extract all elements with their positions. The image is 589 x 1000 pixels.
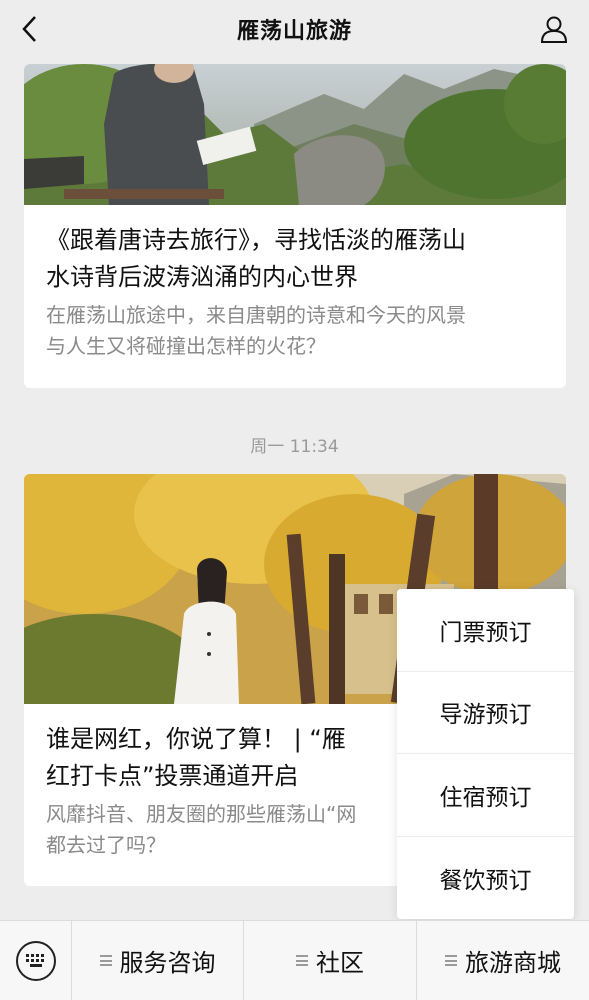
menu-lines-icon bbox=[296, 953, 308, 969]
menu-item-guide-booking[interactable]: 导游预订 bbox=[397, 672, 574, 754]
keyboard-toggle-button[interactable] bbox=[0, 920, 72, 1000]
menu-tab-label: 社区 bbox=[316, 949, 364, 977]
submenu-popup: 门票预订 导游预订 住宿预订 餐饮预订 bbox=[397, 589, 574, 919]
bottom-menu-bar: 服务咨询 社区 旅游商城 bbox=[0, 920, 589, 1000]
person-icon bbox=[540, 16, 568, 43]
page-title: 雁荡山旅游 bbox=[236, 19, 352, 44]
menu-item-hotel-booking[interactable]: 住宿预订 bbox=[397, 754, 574, 837]
menu-lines-icon bbox=[99, 953, 112, 969]
article-card[interactable]: 《跟着唐诗去旅行》，寻找恬淡的雁荡山 水诗背后波涛汹涌的内心世界 在雁荡山旅途中… bbox=[24, 64, 566, 388]
article-cover-image bbox=[24, 64, 566, 205]
keyboard-icon bbox=[15, 940, 56, 981]
back-button[interactable] bbox=[14, 13, 46, 45]
article-title: 《跟着唐诗去旅行》，寻找恬淡的雁荡山 水诗背后波涛汹涌的内心世界 bbox=[46, 226, 466, 291]
menu-tab-service[interactable]: 服务咨询 bbox=[72, 920, 244, 1000]
menu-item-dining-booking[interactable]: 餐饮预订 bbox=[397, 837, 574, 920]
profile-button[interactable] bbox=[537, 12, 571, 46]
menu-tab-label: 旅游商城 bbox=[465, 949, 561, 977]
menu-lines-icon bbox=[445, 953, 457, 969]
top-bar: 雁荡山旅游 bbox=[0, 0, 589, 58]
menu-tab-mall[interactable]: 旅游商城 bbox=[417, 921, 589, 1000]
chevron-left-icon bbox=[22, 16, 36, 42]
article-description: 在雁荡山旅途中，来自唐朝的诗意和今天的风景 与人生又将碰撞出怎样的火花？ bbox=[46, 303, 466, 358]
message-timestamp: 周一 11:34 bbox=[250, 437, 339, 457]
menu-tab-label: 服务咨询 bbox=[119, 949, 216, 977]
menu-tab-community[interactable]: 社区 bbox=[244, 920, 417, 1000]
menu-item-ticket-booking[interactable]: 门票预订 bbox=[397, 589, 574, 672]
